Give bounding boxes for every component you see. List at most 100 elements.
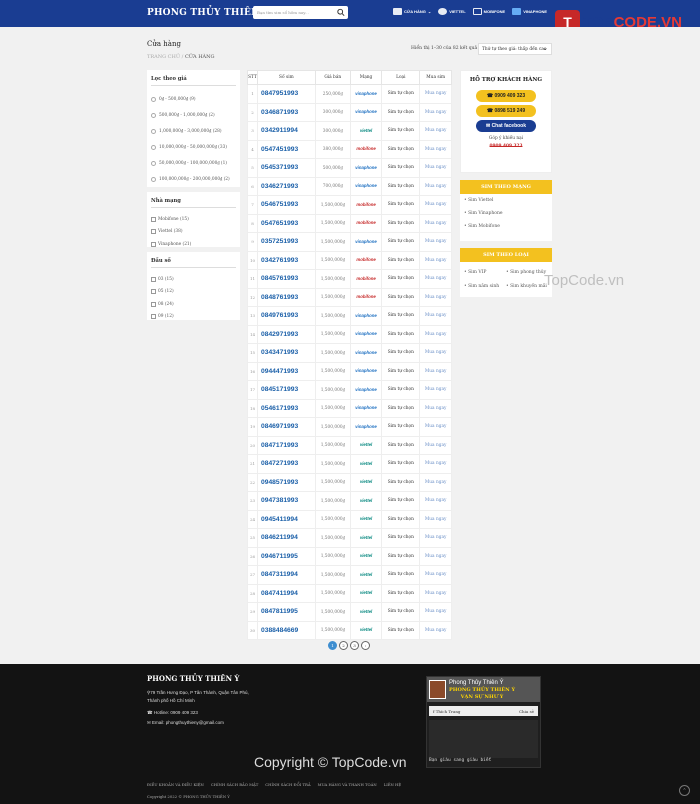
sim-number[interactable]: 0547651993 — [257, 213, 316, 233]
page-next[interactable]: › — [361, 641, 370, 650]
fb-share-button[interactable]: Chia sẻ — [519, 709, 534, 714]
sim-number[interactable]: 0343471993 — [257, 343, 316, 363]
buy-now-link[interactable]: Mua ngay — [419, 158, 452, 178]
sim-number[interactable]: 0846971993 — [257, 417, 316, 437]
sim-number[interactable]: 0948571993 — [257, 472, 316, 492]
buy-now-link[interactable]: Mua ngay — [419, 121, 452, 141]
buy-now-link[interactable]: Mua ngay — [419, 343, 452, 363]
footer-hotline[interactable]: ☎ Hotline: 0909 409 323 — [147, 710, 198, 716]
buy-now-link[interactable]: Mua ngay — [419, 509, 452, 529]
sim-number[interactable]: 0847271993 — [257, 454, 316, 474]
buy-now-link[interactable]: Mua ngay — [419, 232, 452, 252]
nav-mobifone[interactable]: MOBIFONE — [472, 8, 505, 15]
nav-store[interactable]: CỬA HÀNG ⌄ — [393, 8, 431, 15]
network-option[interactable]: Viettel (38) — [151, 226, 236, 239]
footer-link[interactable]: ĐIỀU KHOẢN VÀ ĐIỀU KIỆN — [147, 782, 204, 787]
footer-link[interactable]: MUA HÀNG VÀ THANH TOÁN — [318, 782, 377, 787]
footer-link[interactable]: CHÍNH SÁCH BẢO MẬT — [211, 782, 258, 787]
sim-number[interactable]: 0357251993 — [257, 232, 316, 252]
buy-now-link[interactable]: Mua ngay — [419, 269, 452, 289]
page-1[interactable]: 1 — [328, 641, 337, 650]
sort-select[interactable]: Thứ tự theo giá: thấp đến cao — [478, 43, 552, 55]
buy-now-link[interactable]: Mua ngay — [419, 195, 452, 215]
price-option[interactable]: 10,000,000₫ - 50,000,000₫ (33) — [151, 139, 236, 155]
sim-number[interactable]: 0546171993 — [257, 398, 316, 418]
sim-number[interactable]: 0847171993 — [257, 435, 316, 455]
sim-network-link[interactable]: • Sim Mobifone — [460, 220, 552, 233]
sim-network-link[interactable]: • Sim Vinaphone — [460, 207, 552, 220]
price-option[interactable]: 100,000,000₫ - 200,000,000₫ (2) — [151, 171, 236, 187]
back-to-top-button[interactable]: ⌃ — [679, 785, 690, 796]
prefix-option[interactable]: 05 (12) — [151, 286, 236, 299]
buy-now-link[interactable]: Mua ngay — [419, 139, 452, 159]
sim-number[interactable]: 0847411994 — [257, 583, 316, 603]
price-option[interactable]: 0₫ - 500,000₫ (9) — [151, 91, 236, 107]
sim-type-link[interactable]: • Sim phong thủy — [506, 266, 548, 280]
nav-viettel[interactable]: VIETTEL — [438, 8, 466, 15]
footer-link[interactable]: LIÊN HỆ — [384, 782, 401, 787]
prefix-option[interactable]: 03 (15) — [151, 273, 236, 286]
sim-number[interactable]: 0847951993 — [257, 84, 316, 104]
buy-now-link[interactable]: Mua ngay — [419, 454, 452, 474]
buy-now-link[interactable]: Mua ngay — [419, 620, 452, 640]
buy-now-link[interactable]: Mua ngay — [419, 472, 452, 492]
buy-now-link[interactable]: Mua ngay — [419, 287, 452, 307]
complaint-phone[interactable]: 0909 409 323 — [461, 144, 551, 149]
sim-number[interactable]: 0947381993 — [257, 491, 316, 511]
buy-now-link[interactable]: Mua ngay — [419, 546, 452, 566]
sim-number[interactable]: 0545371993 — [257, 158, 316, 178]
sim-number[interactable]: 0346271993 — [257, 176, 316, 196]
buy-now-link[interactable]: Mua ngay — [419, 324, 452, 344]
breadcrumb-home[interactable]: TRANG CHỦ — [147, 54, 180, 60]
sim-number[interactable]: 0845761993 — [257, 269, 316, 289]
buy-now-link[interactable]: Mua ngay — [419, 565, 452, 585]
price-option[interactable]: 500,000₫ - 1,000,000₫ (2) — [151, 107, 236, 123]
fb-like-button[interactable]: f Thích Trang — [433, 709, 460, 714]
buy-now-link[interactable]: Mua ngay — [419, 250, 452, 270]
sim-network-link[interactable]: • Sim Viettel — [460, 194, 552, 207]
sim-number[interactable]: 0846211994 — [257, 528, 316, 548]
sim-number[interactable]: 0547451993 — [257, 139, 316, 159]
footer-email[interactable]: ✉ Email: phongthuythieny@gmail.com — [147, 720, 224, 726]
sim-number[interactable]: 0946711995 — [257, 546, 316, 566]
footer-link[interactable]: CHÍNH SÁCH ĐỔI TRẢ — [265, 782, 310, 787]
buy-now-link[interactable]: Mua ngay — [419, 583, 452, 603]
sim-number[interactable]: 0847311994 — [257, 565, 316, 585]
sim-number[interactable]: 0346871993 — [257, 102, 316, 122]
buy-now-link[interactable]: Mua ngay — [419, 361, 452, 381]
buy-now-link[interactable]: Mua ngay — [419, 213, 452, 233]
sim-number[interactable]: 0546751993 — [257, 195, 316, 215]
chat-facebook-button[interactable]: ✉ Chat facebook — [476, 120, 536, 132]
sim-number[interactable]: 0945411994 — [257, 509, 316, 529]
prefix-option[interactable]: 08 (24) — [151, 298, 236, 311]
site-brand[interactable]: PHONG THỦY THIÊN Ý — [147, 8, 269, 18]
buy-now-link[interactable]: Mua ngay — [419, 528, 452, 548]
hotline-button-2[interactable]: ☎ 0898 519 249 — [476, 105, 536, 117]
buy-now-link[interactable]: Mua ngay — [419, 398, 452, 418]
sim-type-link[interactable]: • Sim VIP — [464, 266, 506, 280]
sim-type-link[interactable]: • Sim năm sinh — [464, 280, 506, 294]
page-2[interactable]: 2 — [339, 641, 348, 650]
search-box[interactable]: Bạn tìm sim sổ hôm nay... — [253, 6, 348, 19]
sim-number[interactable]: 0944471993 — [257, 361, 316, 381]
sim-number[interactable]: 0342911994 — [257, 121, 316, 141]
sim-number[interactable]: 0847811995 — [257, 602, 316, 622]
page-3[interactable]: 3 — [350, 641, 359, 650]
buy-now-link[interactable]: Mua ngay — [419, 84, 452, 104]
nav-vinaphone[interactable]: VINAPHONE — [512, 8, 547, 15]
search-input[interactable]: Bạn tìm sim sổ hôm nay... — [257, 10, 309, 15]
sim-number[interactable]: 0388484669 — [257, 620, 316, 640]
buy-now-link[interactable]: Mua ngay — [419, 602, 452, 622]
sim-number[interactable]: 0848761993 — [257, 287, 316, 307]
buy-now-link[interactable]: Mua ngay — [419, 306, 452, 326]
buy-now-link[interactable]: Mua ngay — [419, 417, 452, 437]
price-option[interactable]: 1,000,000₫ - 3,000,000₫ (28) — [151, 123, 236, 139]
buy-now-link[interactable]: Mua ngay — [419, 176, 452, 196]
hotline-button-1[interactable]: ☎ 0909 409 323 — [476, 90, 536, 102]
network-option[interactable]: Mobifone (15) — [151, 213, 236, 226]
sim-number[interactable]: 0342761993 — [257, 250, 316, 270]
buy-now-link[interactable]: Mua ngay — [419, 102, 452, 122]
sim-number[interactable]: 0842971993 — [257, 324, 316, 344]
sim-type-link[interactable]: • Sim khuyến mãi — [506, 280, 548, 294]
prefix-option[interactable]: 09 (12) — [151, 311, 236, 324]
